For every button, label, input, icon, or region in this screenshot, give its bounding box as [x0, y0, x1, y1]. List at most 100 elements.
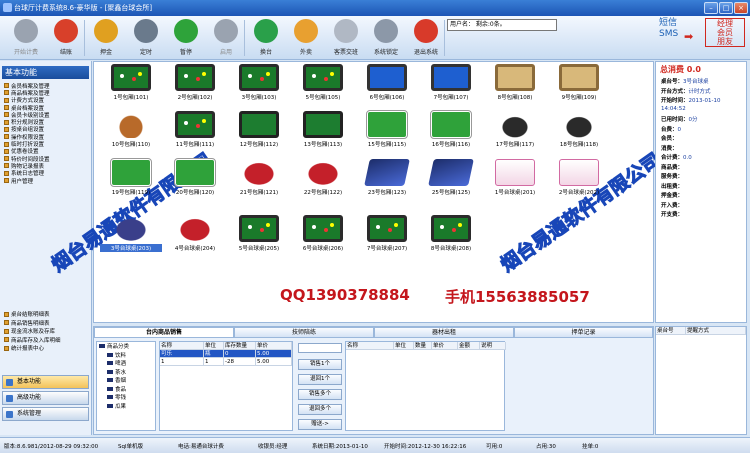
- quantity-input[interactable]: [298, 343, 342, 353]
- minimize-button[interactable]: –: [704, 2, 718, 14]
- user-info-box: 用户名： 剩余:0条。: [447, 19, 557, 31]
- table-tile[interactable]: 25号包厢(125): [420, 159, 482, 196]
- table-tile[interactable]: 10号包厢(110): [100, 111, 162, 148]
- goods-cell[interactable]: -28: [224, 358, 256, 366]
- toolbar-button-6[interactable]: 换台: [246, 19, 286, 56]
- report-item[interactable]: 商品销售明细表: [4, 319, 90, 328]
- table-tile[interactable]: 4号台球桌(204): [164, 215, 226, 252]
- function-item[interactable]: 桌台档案设置: [4, 104, 90, 111]
- table-tile[interactable]: 8号包厢(108): [484, 64, 546, 101]
- goods-action-button[interactable]: 销售多个: [298, 389, 342, 400]
- report-item[interactable]: 商品库存及入库明细: [4, 336, 90, 345]
- function-item[interactable]: 优惠卷设置: [4, 148, 90, 155]
- toolbar-button-1[interactable]: 结账: [46, 19, 86, 56]
- advanced-functions-button[interactable]: 高级功能: [2, 391, 89, 405]
- category-item[interactable]: 香烟: [97, 376, 155, 385]
- tab-coach[interactable]: 技师陪练: [234, 327, 374, 338]
- goods-cell[interactable]: 瓶: [204, 350, 224, 358]
- function-item[interactable]: 购物记录报表: [4, 162, 90, 170]
- category-item[interactable]: 食品: [97, 385, 155, 394]
- table-tile[interactable]: 15号包厢(115): [356, 110, 418, 148]
- tab-equipment-rental[interactable]: 器材出租: [374, 327, 514, 338]
- table-tile[interactable]: 2号包厢(102): [164, 64, 226, 101]
- goods-cell[interactable]: 5.00: [256, 350, 292, 358]
- system-management-button[interactable]: 系统管理: [2, 407, 89, 421]
- table-tile[interactable]: 11号包厢(111): [164, 111, 226, 148]
- info-key: 会员：: [661, 136, 678, 142]
- category-item[interactable]: 茶水: [97, 368, 155, 377]
- table-label: 2号包厢(102): [177, 95, 213, 101]
- table-tile[interactable]: 5号台球桌(205): [228, 215, 290, 252]
- report-item[interactable]: 桌台结账明细表: [4, 310, 90, 319]
- function-item[interactable]: 会员档案及管理: [4, 82, 90, 89]
- toolbar-button-10[interactable]: 退出系统: [406, 19, 446, 56]
- goods-action-button[interactable]: 赠送->: [298, 419, 342, 430]
- category-item[interactable]: 商品分类: [97, 342, 155, 351]
- basic-functions-button[interactable]: 基本功能: [2, 375, 89, 389]
- function-item[interactable]: 商品档案及管理: [4, 89, 90, 97]
- table-tile[interactable]: 9号包厢(109): [548, 64, 610, 101]
- tab-goods-sales[interactable]: 台内商品销售: [94, 327, 234, 338]
- tab-pledge-records[interactable]: 押单记录: [514, 327, 653, 338]
- sms-link[interactable]: 短信 SMS: [659, 18, 678, 40]
- category-item[interactable]: 饮料: [97, 351, 155, 360]
- table-tile[interactable]: 3号包厢(103): [228, 64, 290, 101]
- toolbar-button-4[interactable]: 暂停: [166, 19, 206, 56]
- table-tile[interactable]: 12号包厢(112): [228, 111, 290, 148]
- toolbar-button-9[interactable]: 系统锁定: [366, 19, 406, 56]
- function-item[interactable]: 积分规则设置: [4, 118, 90, 126]
- table-tile[interactable]: 21号包厢(121): [228, 159, 290, 196]
- category-item[interactable]: 零钱: [97, 393, 155, 402]
- toolbar-button-0[interactable]: 开始计费: [6, 19, 46, 56]
- manager-friends-link[interactable]: 经理 会员 朋友: [705, 18, 745, 47]
- table-tile[interactable]: 7号台球桌(207): [356, 215, 418, 252]
- toolbar-button-2[interactable]: 押金: [86, 19, 126, 56]
- toolbar-button-5[interactable]: 启用: [206, 19, 246, 56]
- table-tile[interactable]: 22号包厢(122): [292, 159, 354, 196]
- goods-cell[interactable]: 1: [160, 358, 204, 366]
- table-tile[interactable]: 7号包厢(107): [420, 64, 482, 101]
- report-item-label: 现金流水账及存库: [11, 329, 56, 336]
- goods-cell[interactable]: 可乐: [160, 350, 204, 358]
- table-tile[interactable]: 1号台球桌(201): [484, 159, 546, 196]
- function-item[interactable]: 会员卡级别设置: [4, 111, 90, 118]
- function-item[interactable]: 用户管理: [4, 177, 90, 184]
- table-snooker-icon: [495, 64, 535, 91]
- table-tile[interactable]: 23号包厢(123): [356, 159, 418, 196]
- goods-cell[interactable]: 5.00: [256, 358, 292, 366]
- maximize-button[interactable]: □: [719, 2, 733, 14]
- report-item[interactable]: 现金流水账及存库: [4, 327, 90, 336]
- table-tile[interactable]: 16号包厢(116): [420, 110, 482, 148]
- goods-cell[interactable]: 0: [224, 350, 256, 358]
- goods-action-button[interactable]: 销售1个: [298, 359, 342, 370]
- table-tile[interactable]: 13号包厢(113): [292, 111, 354, 148]
- toolbar-button-7[interactable]: 外卖: [286, 19, 326, 56]
- table-tile[interactable]: 6号台球桌(206): [292, 215, 354, 252]
- table-tile[interactable]: 20号包厢(120): [164, 158, 226, 196]
- function-item[interactable]: 计费方式设置: [4, 97, 90, 104]
- close-button[interactable]: ×: [734, 2, 748, 14]
- report-item[interactable]: 统计报表中心: [4, 344, 90, 353]
- function-item[interactable]: 操作权限设置: [4, 133, 90, 140]
- category-item[interactable]: 啤酒: [97, 359, 155, 368]
- toolbar-button-8[interactable]: 客票交班: [326, 19, 366, 56]
- goods-action-button[interactable]: 退回多个: [298, 404, 342, 415]
- table-tile[interactable]: 18号包厢(118): [548, 111, 610, 148]
- function-item[interactable]: 按桌台组设置: [4, 126, 90, 133]
- table-tile[interactable]: 2号台球桌(202): [548, 159, 610, 196]
- function-item-label: 计费方式设置: [11, 98, 45, 104]
- function-item[interactable]: 特价时间段设置: [4, 155, 90, 162]
- goods-action-button[interactable]: 退回1个: [298, 374, 342, 385]
- toolbar-button-3[interactable]: 定时: [126, 19, 166, 56]
- table-tile[interactable]: 8号台球桌(208): [420, 215, 482, 252]
- function-item[interactable]: 系统日志管理: [4, 170, 90, 177]
- table-tile[interactable]: 19号包厢(119): [100, 158, 162, 196]
- table-tile[interactable]: 17号包厢(117): [484, 111, 546, 148]
- table-tile[interactable]: 1号包厢(101): [100, 64, 162, 101]
- goods-cell[interactable]: 1: [204, 358, 224, 366]
- table-tile[interactable]: 3号台球桌(203): [100, 215, 162, 252]
- table-tile[interactable]: 6号包厢(106): [356, 64, 418, 101]
- function-item[interactable]: 临时打折设置: [4, 140, 90, 148]
- category-item[interactable]: 瓜果: [97, 402, 155, 411]
- table-tile[interactable]: 5号包厢(105): [292, 64, 354, 101]
